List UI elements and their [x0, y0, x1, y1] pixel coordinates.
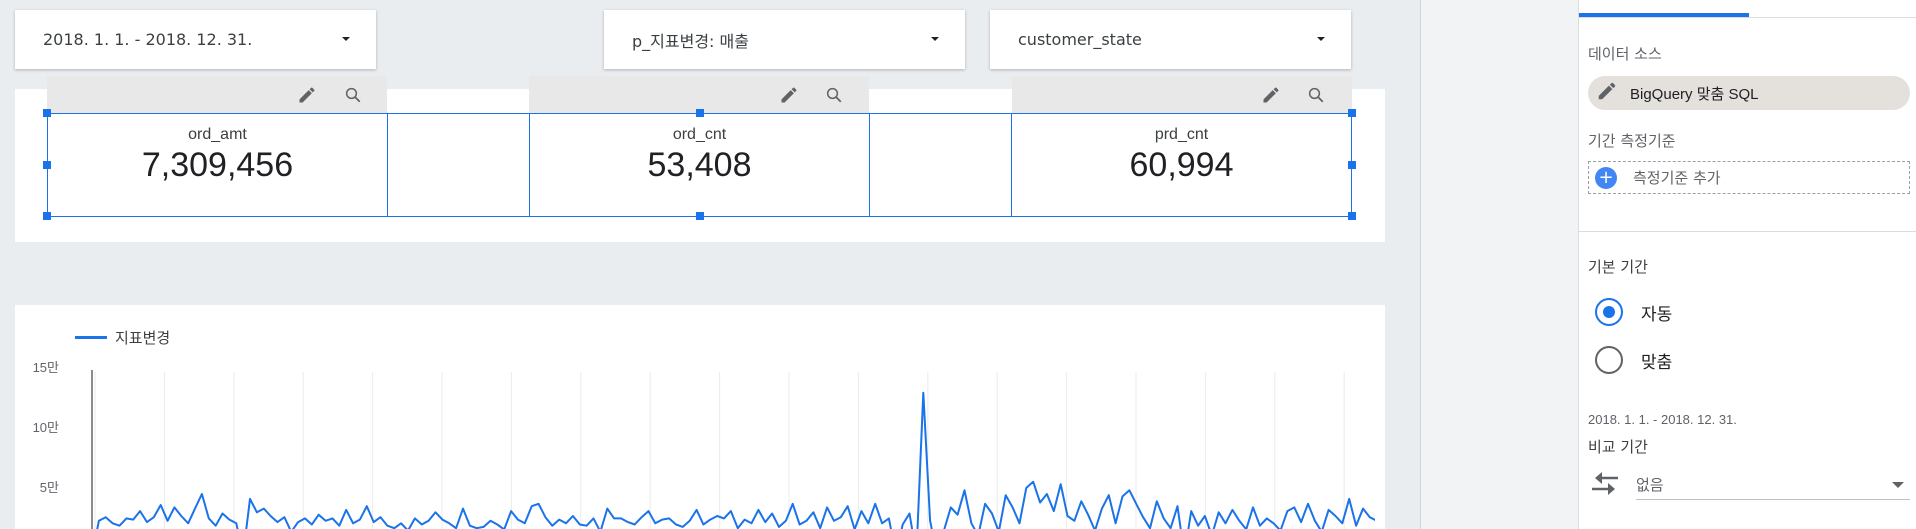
pencil-icon[interactable] — [1260, 84, 1282, 106]
resize-handle[interactable] — [696, 212, 704, 220]
scorecard-toolbar — [1012, 76, 1352, 114]
section-divider — [1579, 231, 1916, 232]
chart-plot-area — [91, 370, 1375, 529]
zoom-icon[interactable] — [1305, 84, 1327, 106]
scorecard-label: ord_cnt — [672, 126, 727, 143]
chevron-down-icon — [931, 37, 939, 41]
scorecard-value: 53,408 — [647, 146, 752, 184]
radio-auto[interactable]: 자동 — [1595, 298, 1672, 326]
y-tick-label: 5만 — [39, 480, 59, 495]
radio-unchecked-icon[interactable] — [1595, 346, 1623, 374]
pencil-icon[interactable] — [778, 84, 800, 106]
data-source-chip[interactable]: BigQuery 맞춤 SQL — [1588, 76, 1910, 110]
radio-custom[interactable]: 맞춤 — [1595, 346, 1672, 374]
resize-handle[interactable] — [43, 212, 51, 220]
compare-period-title: 비교 기간 — [1588, 438, 1648, 456]
zoom-icon[interactable] — [342, 84, 364, 106]
metric-param-control[interactable]: p_지표변경: 매출 — [604, 10, 965, 69]
dimension-filter-control[interactable]: customer_state — [990, 10, 1351, 69]
legend-label: 지표변경 — [115, 329, 171, 347]
scorecard-prd-cnt[interactable]: prd_cnt 60,994 — [1011, 113, 1352, 217]
resize-handle[interactable] — [43, 109, 51, 117]
canvas-gutter — [1420, 0, 1578, 529]
scorecard-label: prd_cnt — [1154, 126, 1209, 143]
compare-period-select[interactable]: 없음 — [1636, 470, 1910, 500]
resize-handle[interactable] — [1348, 212, 1356, 220]
scorecard-value: 60,994 — [1129, 146, 1234, 184]
resize-handle[interactable] — [43, 161, 51, 169]
pencil-icon[interactable] — [1596, 80, 1618, 106]
add-dimension-button[interactable]: + 측정기준 추가 — [1588, 161, 1910, 194]
default-range-title: 기본 기간 — [1588, 258, 1648, 276]
compare-period-row: 없음 — [1588, 470, 1910, 500]
report-canvas: 2018. 1. 1. - 2018. 12. 31. p_지표변경: 매출 c… — [0, 0, 1420, 529]
time-series-chart[interactable]: 지표변경 15만 10만 5만 — [15, 305, 1385, 529]
date-range-control[interactable]: 2018. 1. 1. - 2018. 12. 31. — [15, 10, 376, 69]
compare-arrows-icon — [1588, 470, 1622, 500]
radio-checked-icon[interactable] — [1595, 298, 1623, 326]
y-tick-label: 10만 — [32, 420, 59, 435]
scorecard-value: 7,309,456 — [141, 146, 294, 184]
chevron-down-icon — [1317, 37, 1325, 41]
plus-icon: + — [1595, 166, 1617, 189]
pencil-icon[interactable] — [296, 84, 318, 106]
scorecard-ord-cnt[interactable]: ord_cnt 53,408 — [529, 113, 870, 217]
data-source-title: 데이터 소스 — [1588, 45, 1662, 63]
zoom-icon[interactable] — [823, 84, 845, 106]
y-tick-label: 15만 — [32, 360, 59, 375]
chevron-down-icon — [1892, 482, 1904, 488]
panel-tabs — [1579, 0, 1916, 18]
resize-handle[interactable] — [1348, 109, 1356, 117]
date-dimension-title: 기간 측정기준 — [1588, 132, 1676, 150]
resize-handle[interactable] — [696, 109, 704, 117]
add-dimension-label: 측정기준 추가 — [1633, 169, 1721, 187]
legend-swatch — [75, 336, 107, 339]
dimension-filter-value: customer_state — [1018, 30, 1142, 49]
scorecard-label: ord_amt — [188, 126, 247, 143]
scorecard-toolbar — [47, 76, 387, 114]
scorecard-ord-amt[interactable]: ord_amt 7,309,456 — [47, 113, 388, 217]
chart-legend: 지표변경 — [75, 327, 170, 348]
chevron-down-icon — [342, 37, 350, 41]
active-tab-indicator[interactable] — [1579, 13, 1749, 17]
compare-period-value: 없음 — [1636, 476, 1664, 494]
properties-panel: 데이터 소스 BigQuery 맞춤 SQL 기간 측정기준 + 측정기준 추가… — [1578, 0, 1916, 529]
metric-param-value: p_지표변경: 매출 — [632, 31, 749, 51]
series-line — [96, 391, 1375, 529]
data-source-name: BigQuery 맞춤 SQL — [1630, 85, 1759, 103]
radio-auto-label: 자동 — [1641, 304, 1673, 325]
resize-handle[interactable] — [1348, 161, 1356, 169]
radio-custom-label: 맞춤 — [1641, 352, 1673, 373]
default-range-value: 2018. 1. 1. - 2018. 12. 31. — [1588, 412, 1737, 427]
date-range-value: 2018. 1. 1. - 2018. 12. 31. — [43, 30, 253, 49]
